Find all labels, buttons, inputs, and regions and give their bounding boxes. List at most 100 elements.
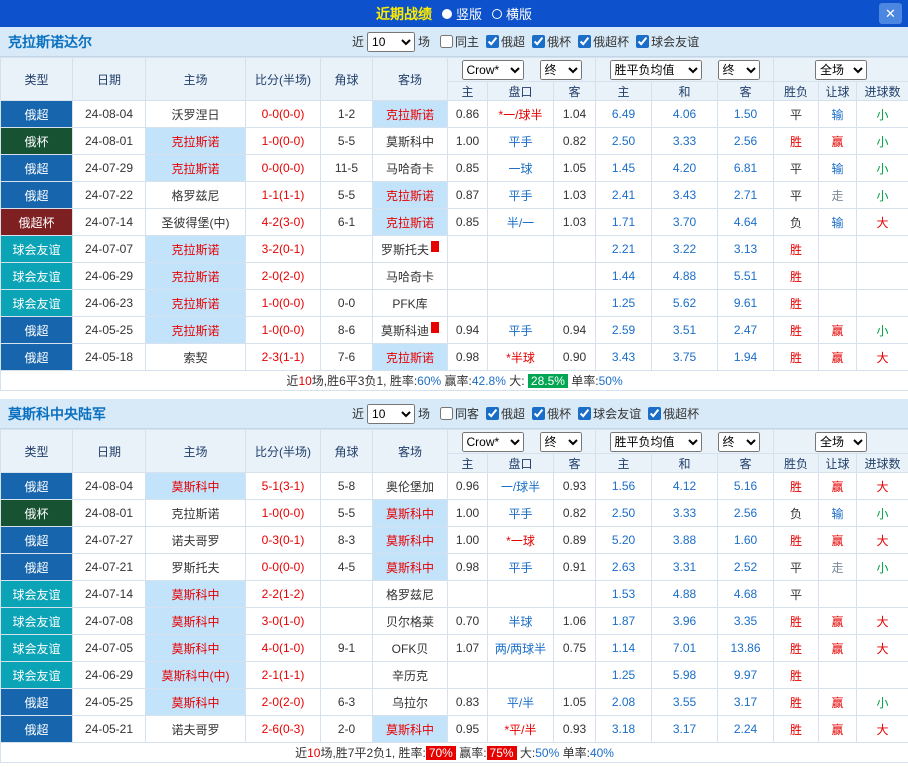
league-filter-checkbox[interactable]: 球会友谊 (578, 405, 641, 422)
filter-controls: 近 10 场 同主俄超俄杯俄超杯球会友谊 (352, 32, 699, 52)
score-cell: 2-0(2-0) (246, 263, 321, 290)
portrait-radio[interactable]: 竖版 (442, 4, 482, 23)
recent-games-select[interactable]: 10 (367, 32, 415, 52)
away-team-cell: 莫斯科中 (373, 500, 448, 527)
home-team-cell: 莫斯科中 (146, 608, 246, 635)
euro-away-odds-cell: 2.56 (718, 500, 774, 527)
landscape-radio[interactable]: 横版 (492, 4, 532, 23)
col-header-result: 胜负 (774, 82, 819, 101)
euro-away-odds-cell: 1.60 (718, 527, 774, 554)
col-header-handicap: 盘口 (488, 454, 554, 473)
home-team-cell: 诺夫哥罗 (146, 527, 246, 554)
home-team-cell: 克拉斯诺 (146, 317, 246, 344)
corner-cell: 7-6 (321, 344, 373, 371)
league-filter-checkbox[interactable]: 俄超 (486, 33, 525, 50)
league-type-cell: 俄超 (1, 473, 73, 500)
handicap-cell (488, 290, 554, 317)
col-header-euro-draw: 和 (652, 454, 718, 473)
euro-draw-odds-cell: 3.22 (652, 236, 718, 263)
euro-away-odds-cell: 9.61 (718, 290, 774, 317)
close-button[interactable]: ✕ (879, 3, 902, 24)
summary-part: 75% (487, 746, 517, 760)
league-filter-checkbox[interactable]: 俄杯 (532, 405, 571, 422)
corner-cell: 5-5 (321, 128, 373, 155)
team-section-cska: 莫斯科中央陆军 近 10 场 同客俄超俄杯球会友谊俄超杯 类型 日期 主场 比分… (0, 399, 908, 763)
checkbox-input[interactable] (486, 35, 499, 48)
checkbox-input[interactable] (532, 35, 545, 48)
league-type-cell: 球会友谊 (1, 608, 73, 635)
league-filter-checkbox[interactable]: 俄超杯 (578, 33, 629, 50)
league-filter-checkbox[interactable]: 俄杯 (532, 33, 571, 50)
euro-away-odds-cell: 1.50 (718, 101, 774, 128)
checkbox-input[interactable] (486, 407, 499, 420)
euro-home-odds-cell: 1.25 (596, 662, 652, 689)
league-type-cell: 俄超杯 (1, 209, 73, 236)
checkbox-input[interactable] (648, 407, 661, 420)
score-cell: 1-0(0-0) (246, 128, 321, 155)
score-cell: 1-0(0-0) (246, 500, 321, 527)
checkbox-input[interactable] (440, 35, 453, 48)
handicap-cell (488, 662, 554, 689)
team-section-krasnodar: 克拉斯诺达尔 近 10 场 同主俄超俄杯俄超杯球会友谊 类型 日期 主场 比分(… (0, 27, 908, 391)
home-team-cell: 沃罗涅日 (146, 101, 246, 128)
goals-result-cell: 小 (857, 500, 908, 527)
away-team-cell: 罗斯托夫 (373, 236, 448, 263)
date-cell: 24-07-14 (73, 209, 146, 236)
euro-draw-odds-cell: 3.33 (652, 128, 718, 155)
match-scope-select[interactable]: 全场 (815, 60, 867, 80)
euro-draw-odds-cell: 5.98 (652, 662, 718, 689)
bookmaker-select[interactable]: Crow* (462, 432, 524, 452)
handicap-result-cell: 赢 (819, 344, 857, 371)
checkbox-input[interactable] (578, 35, 591, 48)
date-cell: 24-08-01 (73, 500, 146, 527)
home-team-cell: 克拉斯诺 (146, 290, 246, 317)
euro-away-odds-cell: 4.64 (718, 209, 774, 236)
col-header-home: 主场 (146, 430, 246, 473)
portrait-radio-label: 竖版 (456, 4, 482, 23)
score-cell: 0-0(0-0) (246, 101, 321, 128)
goals-result-cell: 大 (857, 635, 908, 662)
asia-home-odds-cell: 0.96 (448, 473, 488, 500)
recent-games-select[interactable]: 10 (367, 404, 415, 424)
handicap-cell: 平手 (488, 500, 554, 527)
handicap-cell: 平手 (488, 554, 554, 581)
league-filter-checkbox[interactable]: 同客 (440, 405, 479, 422)
europe-odds-select[interactable]: 胜平负均值 (610, 60, 702, 80)
asia-stage-select[interactable]: 终 (540, 432, 582, 452)
match-row: 俄超杯24-07-14圣彼得堡(中)4-2(3-0)6-1克拉斯诺0.85半/一… (1, 209, 908, 236)
match-scope-select[interactable]: 全场 (815, 432, 867, 452)
home-team-cell: 莫斯科中 (146, 689, 246, 716)
euro-draw-odds-cell: 3.31 (652, 554, 718, 581)
checkbox-input[interactable] (440, 407, 453, 420)
euro-away-odds-cell: 3.17 (718, 689, 774, 716)
asia-away-odds-cell: 0.90 (554, 344, 596, 371)
checkbox-input[interactable] (578, 407, 591, 420)
league-type-cell: 俄超 (1, 716, 73, 743)
league-filter-checkbox[interactable]: 同主 (440, 33, 479, 50)
asia-away-odds-cell: 1.03 (554, 209, 596, 236)
handicap-result-cell: 赢 (819, 716, 857, 743)
goals-result-cell: 小 (857, 182, 908, 209)
league-filter-checkbox[interactable]: 俄超杯 (648, 405, 699, 422)
section-header: 莫斯科中央陆军 近 10 场 同客俄超俄杯球会友谊俄超杯 (0, 399, 908, 429)
corner-cell: 5-5 (321, 500, 373, 527)
asia-stage-select[interactable]: 终 (540, 60, 582, 80)
handicap-cell (488, 236, 554, 263)
euro-away-odds-cell: 2.56 (718, 128, 774, 155)
result-cell: 胜 (774, 344, 819, 371)
bookmaker-select[interactable]: Crow* (462, 60, 524, 80)
checkbox-input[interactable] (532, 407, 545, 420)
match-row: 俄超24-07-22格罗兹尼1-1(1-1)5-5克拉斯诺0.87平手1.032… (1, 182, 908, 209)
match-row: 球会友谊24-06-23克拉斯诺1-0(0-0)0-0PFK库1.255.629… (1, 290, 908, 317)
league-filter-checkbox[interactable]: 球会友谊 (636, 33, 699, 50)
asia-home-odds-cell: 0.85 (448, 155, 488, 182)
checkbox-input[interactable] (636, 35, 649, 48)
section-divider (0, 391, 908, 399)
europe-odds-select[interactable]: 胜平负均值 (610, 432, 702, 452)
landscape-radio-label: 横版 (506, 4, 532, 23)
europe-stage-select[interactable]: 终 (718, 60, 760, 80)
league-filter-checkbox[interactable]: 俄超 (486, 405, 525, 422)
europe-stage-select[interactable]: 终 (718, 432, 760, 452)
handicap-cell: 平手 (488, 128, 554, 155)
handicap-result-cell: 赢 (819, 689, 857, 716)
